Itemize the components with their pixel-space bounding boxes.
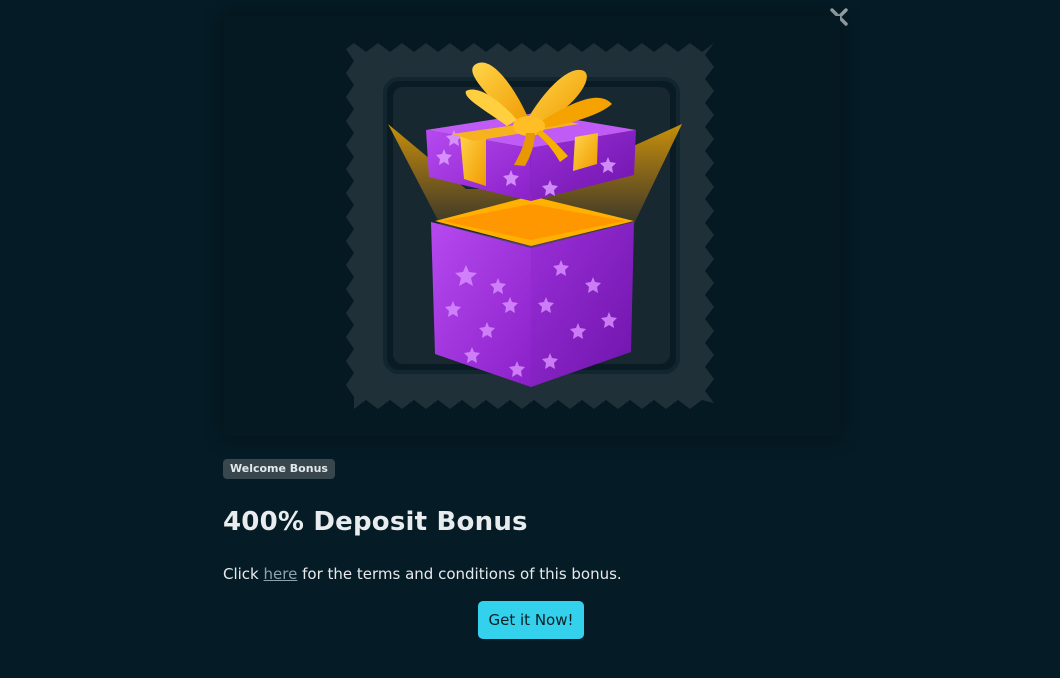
terms-link[interactable]: here [264,565,298,583]
bonus-hero-image [224,16,840,436]
terms-text: Click here for the terms and conditions … [223,563,622,585]
terms-suffix-text: for the terms and conditions of this bon… [302,565,622,583]
welcome-bonus-badge: Welcome Bonus [223,459,335,479]
bonus-title: 400% Deposit Bonus [223,507,528,537]
bonus-modal-page: Welcome Bonus 400% Deposit Bonus Click h… [0,0,1060,678]
gift-box-illustration [346,43,714,409]
get-it-now-button[interactable]: Get it Now! [478,601,584,639]
terms-prefix-text: Click [223,565,259,583]
